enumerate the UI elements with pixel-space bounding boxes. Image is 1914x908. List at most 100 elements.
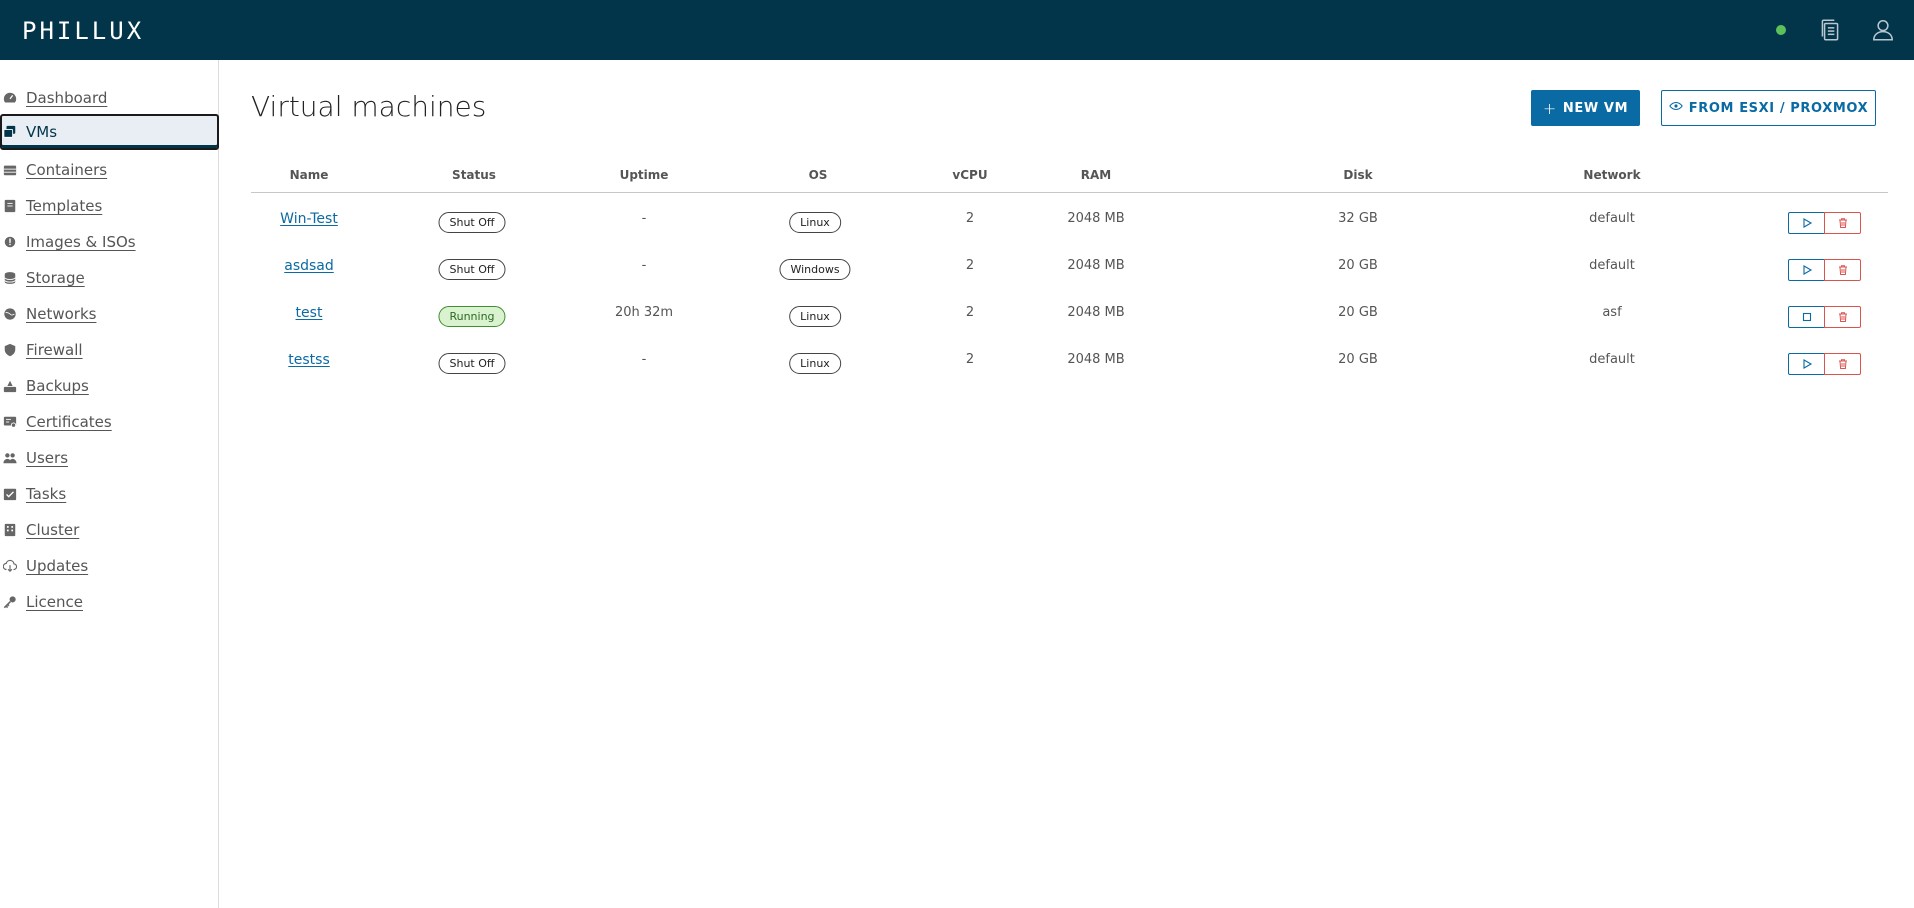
templates-icon bbox=[3, 199, 17, 213]
network-value: asf bbox=[1602, 305, 1622, 320]
delete-vm-button[interactable] bbox=[1824, 212, 1861, 234]
uptime-value: 20h 32m bbox=[614, 305, 674, 320]
column-header-status[interactable]: Status bbox=[452, 168, 496, 182]
table-row: Win-Test Shut Off - Linux 2 2048 MB 32 G… bbox=[251, 198, 1888, 245]
column-header-name[interactable]: Name bbox=[290, 168, 329, 182]
trash-icon bbox=[1838, 218, 1847, 228]
delete-vm-button[interactable] bbox=[1824, 259, 1861, 281]
vm-name-link[interactable]: test bbox=[296, 305, 323, 321]
eye-icon bbox=[1669, 99, 1683, 117]
status-badge: Shut Off bbox=[438, 212, 506, 233]
sidebar-item-storage[interactable]: Storage bbox=[0, 260, 219, 296]
sidebar-item-firewall[interactable]: Firewall bbox=[0, 332, 219, 368]
sidebar-item-templates[interactable]: Templates bbox=[0, 188, 219, 224]
sidebar-item-dashboard[interactable]: Dashboard bbox=[0, 80, 219, 116]
plus-icon: + bbox=[1542, 98, 1557, 118]
network-icon bbox=[3, 307, 17, 321]
uptime-value: - bbox=[641, 352, 647, 367]
column-header-os[interactable]: OS bbox=[809, 168, 828, 182]
copy-icon[interactable] bbox=[1817, 17, 1843, 43]
disk-value: 20 GB bbox=[1338, 352, 1378, 367]
start-vm-button[interactable] bbox=[1788, 259, 1825, 281]
vcpu-value: 2 bbox=[965, 352, 975, 367]
ram-value: 2048 MB bbox=[1067, 211, 1125, 226]
new-vm-label: NEW VM bbox=[1562, 100, 1629, 116]
app-logo[interactable]: PHILLUX bbox=[22, 17, 144, 45]
sidebar-item-label: Images & ISOs bbox=[26, 233, 136, 251]
sidebar-item-updates[interactable]: Updates bbox=[0, 548, 219, 584]
sidebar-item-label: Licence bbox=[26, 593, 83, 611]
sidebar-item-label: Certificates bbox=[26, 413, 112, 431]
sidebar-item-label: Firewall bbox=[26, 341, 83, 359]
import-esxi-proxmox-button[interactable]: FROM ESXI / PROXMOX bbox=[1661, 90, 1876, 126]
cloud-download-icon bbox=[3, 559, 17, 573]
uptime-value: - bbox=[641, 258, 647, 273]
delete-vm-button[interactable] bbox=[1824, 353, 1861, 375]
sidebar-item-licence[interactable]: Licence bbox=[0, 584, 219, 620]
disk-value: 20 GB bbox=[1338, 305, 1378, 320]
os-badge: Linux bbox=[789, 353, 841, 374]
sidebar-item-networks[interactable]: Networks bbox=[0, 296, 219, 332]
containers-icon bbox=[3, 163, 17, 177]
sidebar-item-containers[interactable]: Containers bbox=[0, 152, 219, 188]
table-row: testss Shut Off - Linux 2 2048 MB 20 GB … bbox=[251, 339, 1888, 386]
vm-name-link[interactable]: Win-Test bbox=[280, 211, 338, 227]
sidebar: Dashboard VMs Containers Templates Image… bbox=[0, 60, 219, 908]
new-vm-button[interactable]: + NEW VM bbox=[1531, 90, 1640, 126]
play-icon bbox=[1802, 265, 1812, 275]
trash-icon bbox=[1838, 265, 1847, 275]
column-header-network[interactable]: Network bbox=[1583, 168, 1640, 182]
vm-name-link[interactable]: asdsad bbox=[284, 258, 334, 274]
column-header-vcpu[interactable]: vCPU bbox=[952, 168, 987, 182]
vcpu-value: 2 bbox=[965, 305, 975, 320]
sidebar-item-label: Updates bbox=[26, 557, 89, 575]
sidebar-item-label: Storage bbox=[26, 269, 85, 287]
sidebar-item-label: Backups bbox=[26, 377, 89, 395]
vcpu-value: 2 bbox=[965, 211, 975, 226]
users-icon bbox=[3, 451, 17, 465]
vcpu-value: 2 bbox=[965, 258, 975, 273]
status-badge: Shut Off bbox=[438, 259, 506, 280]
column-header-disk[interactable]: Disk bbox=[1343, 168, 1372, 182]
sidebar-item-certificates[interactable]: Certificates bbox=[0, 404, 219, 440]
disk-value: 20 GB bbox=[1338, 258, 1378, 273]
top-bar: PHILLUX bbox=[0, 0, 1914, 60]
trash-icon bbox=[1838, 312, 1847, 322]
sidebar-item-label: Users bbox=[26, 449, 69, 467]
cluster-icon bbox=[3, 523, 17, 537]
sidebar-item-label: Containers bbox=[26, 161, 108, 179]
table-row: test Running 20h 32m Linux 2 2048 MB 20 … bbox=[251, 292, 1888, 339]
shield-icon bbox=[3, 343, 17, 357]
column-header-uptime[interactable]: Uptime bbox=[620, 168, 669, 182]
sidebar-item-label: Tasks bbox=[26, 485, 67, 503]
start-vm-button[interactable] bbox=[1788, 353, 1825, 375]
os-badge: Windows bbox=[779, 259, 851, 280]
page-title: Virtual machines bbox=[251, 90, 487, 123]
sidebar-item-label: Cluster bbox=[26, 521, 80, 539]
certificate-icon bbox=[3, 415, 17, 429]
user-icon[interactable] bbox=[1870, 17, 1896, 43]
network-value: default bbox=[1589, 352, 1635, 367]
dashboard-icon bbox=[3, 91, 17, 105]
vm-table-header: Name Status Uptime OS vCPU RAM Disk Netw… bbox=[251, 160, 1888, 193]
network-value: default bbox=[1589, 258, 1635, 273]
vm-name-link[interactable]: testss bbox=[288, 352, 329, 368]
sidebar-item-vms[interactable]: VMs bbox=[0, 114, 219, 150]
status-badge: Shut Off bbox=[438, 353, 506, 374]
ram-value: 2048 MB bbox=[1067, 305, 1125, 320]
os-badge: Linux bbox=[789, 212, 841, 233]
start-vm-button[interactable] bbox=[1788, 212, 1825, 234]
sidebar-item-cluster[interactable]: Cluster bbox=[0, 512, 219, 548]
sidebar-item-images-isos[interactable]: Images & ISOs bbox=[0, 224, 219, 260]
sidebar-item-users[interactable]: Users bbox=[0, 440, 219, 476]
sidebar-item-label: Templates bbox=[26, 197, 103, 215]
column-header-ram[interactable]: RAM bbox=[1081, 168, 1111, 182]
network-value: default bbox=[1589, 211, 1635, 226]
stop-vm-button[interactable] bbox=[1788, 306, 1825, 328]
delete-vm-button[interactable] bbox=[1824, 306, 1861, 328]
uptime-value: - bbox=[641, 211, 647, 226]
sidebar-item-backups[interactable]: Backups bbox=[0, 368, 219, 404]
vm-icon bbox=[3, 125, 17, 139]
import-label: FROM ESXI / PROXMOX bbox=[1688, 100, 1869, 116]
sidebar-item-tasks[interactable]: Tasks bbox=[0, 476, 219, 512]
